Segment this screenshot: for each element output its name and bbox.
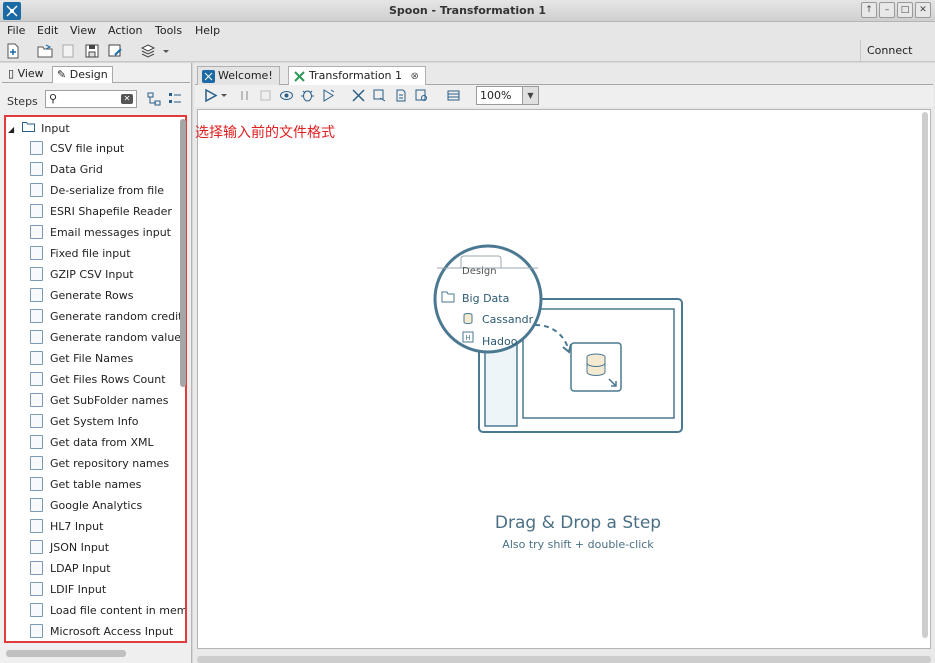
illustration-item-2: Hadoo [482,335,518,348]
menu-help[interactable]: Help [195,24,220,37]
tab-transformation-1[interactable]: Transformation 1 ⊗ [288,66,426,85]
search-icon: ⚲ [49,92,58,105]
minimize-button[interactable]: – [879,2,895,18]
email-icon [30,225,43,239]
shapefile-icon [30,204,43,218]
tab-design[interactable]: ✎ Design [52,66,113,83]
new-file-icon[interactable] [5,43,21,59]
data-grid-icon [30,162,43,176]
transformation-canvas[interactable]: H Design Big Data Cassandr Hadoo Drag & … [197,109,931,649]
collapse-all-icon[interactable] [147,92,161,106]
clear-search-icon[interactable]: ✕ [121,94,133,104]
menu-file[interactable]: File [7,24,25,37]
left-panel-tabs: ▯ View ✎ Design [2,65,190,83]
gzip-csv-icon [30,267,43,281]
illustration-item-1: Cassandr [482,313,534,326]
close-window-button[interactable]: ✕ [915,2,931,18]
transformation-icon [293,70,306,83]
load-file-icon [30,603,43,617]
replay-icon[interactable] [321,88,336,103]
ldap-shield-icon [30,561,43,575]
menu-view[interactable]: View [70,24,96,37]
illustration-design-tab: Design [462,266,497,277]
subfolder-icon [30,393,43,407]
window-title: Spoon - Transformation 1 [388,4,547,17]
layers-dropdown-icon[interactable] [161,43,177,59]
sql-icon[interactable] [393,88,408,103]
drag-drop-subtitle: Also try shift + double-click [502,538,654,551]
pause-icon[interactable] [237,88,252,103]
ldif-shield-icon [30,582,43,596]
title-bar: Spoon - Transformation 1 ↑ – □ ✕ [0,0,935,22]
canvas-vertical-scrollbar[interactable] [922,112,928,638]
layers-icon[interactable] [140,43,156,59]
chevron-down-icon[interactable]: ▼ [522,87,538,104]
show-results-icon[interactable] [446,88,461,103]
impact-icon[interactable] [372,88,387,103]
json-icon [30,540,43,554]
editor-tabs: Welcome! Transformation 1 ⊗ [195,65,933,85]
fixed-file-icon [30,246,43,260]
tab-view[interactable]: ▯ View [4,66,48,83]
explore-db-icon[interactable] [414,88,429,103]
table-names-icon [30,477,43,491]
stop-icon[interactable] [258,88,273,103]
tree-category-input[interactable]: ◢ Input [8,121,70,135]
expand-all-icon[interactable] [168,92,182,106]
random-value-icon [30,330,43,344]
pencil-icon: ✎ [57,68,67,81]
repository-icon [30,456,43,470]
explore-repository-icon[interactable] [60,43,76,59]
maximize-button[interactable]: □ [897,2,913,18]
run-icon[interactable] [203,88,218,103]
main-toolbar: Connect [0,40,935,62]
connect-button[interactable]: Connect [860,40,935,62]
keep-above-button[interactable]: ↑ [861,2,877,18]
save-as-icon[interactable] [107,43,123,59]
folder-icon [21,122,39,135]
spoon-tab-icon [202,70,215,83]
deserialize-icon [30,183,43,197]
steps-horizontal-scrollbar[interactable] [6,650,126,657]
file-names-icon [30,351,43,365]
steps-search-input[interactable]: ⚲ ✕ [45,90,137,108]
close-tab-icon[interactable]: ⊗ [411,68,419,86]
view-icon: ▯ [8,67,15,80]
svg-text:H: H [465,334,470,342]
generate-rows-icon [30,288,43,302]
xml-icon [30,435,43,449]
steps-search-row: Steps ⚲ ✕ [0,87,190,113]
zoom-select[interactable]: 100% ▼ [476,86,539,105]
drag-drop-title: Drag & Drop a Step [494,513,662,533]
open-file-icon[interactable] [37,43,53,59]
steps-tree: ◢ Input CSV file input Data Grid De-seri… [4,115,187,643]
run-dropdown-icon[interactable] [219,88,229,103]
system-info-icon [30,414,43,428]
annotation-note: 选择输入前的文件格式 [195,125,335,141]
verify-icon[interactable] [351,88,366,103]
hl7-icon [30,519,43,533]
steps-vertical-scrollbar[interactable] [180,119,186,387]
rows-count-icon [30,372,43,386]
menu-tools[interactable]: Tools [155,24,182,37]
access-icon [30,624,43,638]
tab-welcome[interactable]: Welcome! [197,66,280,85]
menu-bar: File Edit View Action Tools Help [0,22,935,40]
credit-card-icon [30,309,43,323]
menu-action[interactable]: Action [108,24,142,37]
canvas-horizontal-scrollbar[interactable] [197,656,931,663]
debug-icon[interactable] [300,88,315,103]
expand-arrow-icon[interactable]: ◢ [8,125,14,134]
illustration-folder-label: Big Data [462,292,510,305]
preview-icon[interactable] [279,88,294,103]
google-analytics-icon [30,498,43,512]
menu-edit[interactable]: Edit [37,24,58,37]
left-panel: ▯ View ✎ Design Steps ⚲ ✕ ◢ Input CSV fi… [0,63,192,663]
transformation-toolbar: 100% ▼ [195,85,933,107]
steps-label: Steps [7,95,38,108]
drag-drop-illustration: H [433,244,683,433]
save-icon[interactable] [84,43,100,59]
editor-panel: Welcome! Transformation 1 ⊗ 100% ▼ H Des… [193,63,935,663]
csv-file-icon [30,141,43,155]
